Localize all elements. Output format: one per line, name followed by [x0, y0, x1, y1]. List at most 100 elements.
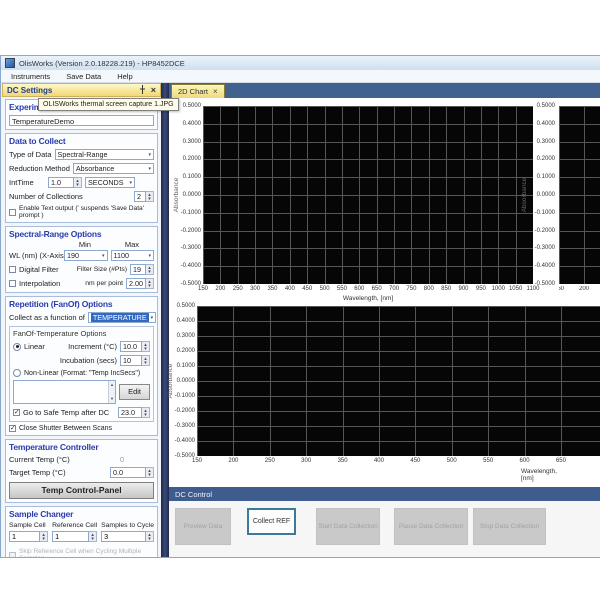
tab-close-icon[interactable]: × [213, 88, 218, 96]
spinner-down-icon[interactable]: ▾ [148, 284, 151, 288]
x-axis-ticks: 1502002503003504004505005506006507007508… [203, 286, 533, 294]
samples-to-cycle-spinner[interactable]: 3▴▾ [101, 531, 154, 542]
interpolation-checkbox[interactable] [9, 280, 16, 287]
dropdown-arrow-icon[interactable]: ▾ [148, 167, 151, 171]
temp-control-panel-button[interactable]: Temp Control-Panel [9, 482, 154, 499]
type-of-data-value: Spectral-Range [58, 150, 108, 159]
safe-temp-spinner[interactable]: 23.0▴▾ [118, 407, 150, 418]
pin-icon[interactable] [139, 83, 146, 99]
x-axis-label: Wavelength, [nm] [203, 295, 533, 302]
safe-temp-value: 23.0 [118, 407, 142, 418]
sample-cell-label: Sample Cell [9, 522, 48, 529]
spinner-down-icon[interactable]: ▾ [144, 347, 147, 351]
spinner-down-icon[interactable]: ▾ [144, 413, 147, 417]
incubation-spinner[interactable]: 10▴▾ [120, 355, 150, 366]
spinner-down-icon[interactable]: ▾ [148, 537, 151, 541]
repetition-header: Repetition (FanOf) Options [9, 299, 154, 309]
x-tick-label: 300 [301, 458, 311, 464]
y-tick-label: 0.3000 [527, 139, 555, 145]
h-gridline [197, 426, 600, 427]
inttime-spinner[interactable]: 1.0▴▾ [48, 177, 82, 188]
collect-fn-dropdown[interactable]: TEMPERATURE▾ [88, 312, 156, 323]
target-temp-spinner[interactable]: 0.0▴▾ [110, 467, 154, 478]
edit-button[interactable]: Edit [119, 384, 150, 400]
collections-spinner[interactable]: 2▴▾ [134, 191, 154, 202]
dropdown-arrow-icon[interactable]: ▾ [148, 254, 151, 258]
dropdown-arrow-icon[interactable]: ▾ [129, 181, 132, 185]
stop-data-collection-button: Stop Data Collection [473, 508, 546, 545]
nm-per-point-spinner[interactable]: 2.00▴▾ [126, 278, 154, 289]
close-shutter-checkbox[interactable] [9, 425, 16, 432]
nonlinear-radio[interactable] [13, 369, 21, 377]
menu-item-instruments[interactable]: Instruments [11, 72, 50, 81]
reference-cell-spinner[interactable]: 1▴▾ [52, 531, 97, 542]
spinner-down-icon[interactable]: ▾ [91, 537, 94, 541]
spinner-down-icon[interactable]: ▾ [76, 183, 79, 187]
h-gridline [197, 366, 600, 367]
safe-temp-checkbox[interactable] [13, 409, 20, 416]
y-tick-label: -0.2000 [527, 228, 555, 234]
dropdown-arrow-icon[interactable]: ▾ [148, 153, 151, 157]
filter-size-spinner[interactable]: 19▴▾ [130, 264, 154, 275]
digital-filter-checkbox[interactable] [9, 266, 16, 273]
v-gridline [584, 106, 585, 284]
h-gridline [559, 159, 600, 160]
close-icon[interactable]: × [151, 86, 156, 94]
reduction-method-dropdown[interactable]: Absorbance▾ [73, 163, 154, 174]
target-temp-label: Target Temp (°C) [9, 468, 107, 477]
menu-item-save-data[interactable]: Save Data [66, 72, 101, 81]
scroll-up-icon[interactable]: ▴ [111, 382, 113, 388]
h-gridline [203, 231, 533, 232]
y-tick-label: -0.1000 [175, 210, 201, 216]
incubation-label: Incubation (secs) [60, 356, 117, 365]
filter-size-label: Filter Size (#Pts) [77, 266, 127, 273]
v-gridline [429, 106, 430, 284]
nonlinear-listbox[interactable]: ▴▾ [13, 380, 116, 404]
spinner-down-icon[interactable]: ▾ [148, 473, 151, 477]
plot-area[interactable] [197, 306, 600, 456]
skip-reference-label: Skip Reference Cell when Cycling Multipl… [19, 548, 154, 557]
v-gridline [290, 106, 291, 284]
inttime-units-dropdown[interactable]: SECONDS▾ [85, 177, 135, 188]
panel-splitter[interactable] [161, 83, 169, 557]
reference-cell-value: 1 [52, 531, 89, 542]
wl-max-dropdown[interactable]: 1100▾ [111, 250, 155, 261]
x-tick-label: 1000 [492, 286, 505, 292]
chart-panel: 2D Chart × Absorbance 0.50000.40000.3000… [169, 83, 600, 557]
spinner-down-icon[interactable]: ▾ [42, 537, 45, 541]
v-gridline [233, 306, 234, 456]
h-gridline [197, 336, 600, 337]
x-tick-label: 450 [410, 458, 420, 464]
enable-text-output-checkbox[interactable] [9, 209, 16, 216]
scroll-down-icon[interactable]: ▾ [111, 396, 113, 402]
listbox-scrollbar[interactable]: ▴▾ [108, 381, 115, 403]
x-tick-label: 200 [215, 286, 225, 292]
experiment-name-field[interactable]: TemperatureDemo [9, 115, 154, 126]
sample-cell-spinner[interactable]: 1▴▾ [9, 531, 48, 542]
dropdown-arrow-icon[interactable]: ▾ [102, 254, 105, 258]
type-of-data-dropdown[interactable]: Spectral-Range ▾ [55, 149, 154, 160]
max-label: Max [110, 240, 154, 249]
section-spectral-range: Spectral-Range Options Min Max WL (nm) (… [5, 226, 158, 293]
x-tick-label: 650 [556, 458, 566, 464]
x-tick-label: 800 [424, 286, 434, 292]
dropdown-arrow-icon[interactable]: ▾ [151, 316, 154, 320]
plot-area[interactable] [203, 106, 533, 284]
spinner-down-icon[interactable]: ▾ [144, 361, 147, 365]
tab-2d-chart[interactable]: 2D Chart × [171, 84, 225, 98]
collect-ref-button[interactable]: Collect REF [247, 508, 296, 535]
menu-item-help[interactable]: Help [117, 72, 132, 81]
v-gridline [415, 306, 416, 456]
v-gridline [307, 106, 308, 284]
spinner-down-icon[interactable]: ▾ [148, 197, 151, 201]
y-tick-label: 0.0000 [527, 192, 555, 198]
y-tick-label: 0.1000 [527, 174, 555, 180]
plot-area[interactable] [559, 106, 600, 284]
v-gridline [379, 306, 380, 456]
v-gridline [488, 306, 489, 456]
h-gridline [197, 396, 600, 397]
wl-min-dropdown[interactable]: 190▾ [64, 250, 108, 261]
increment-spinner[interactable]: 10.0▴▾ [120, 341, 150, 352]
linear-radio[interactable] [13, 343, 21, 351]
spinner-down-icon[interactable]: ▾ [148, 270, 151, 274]
